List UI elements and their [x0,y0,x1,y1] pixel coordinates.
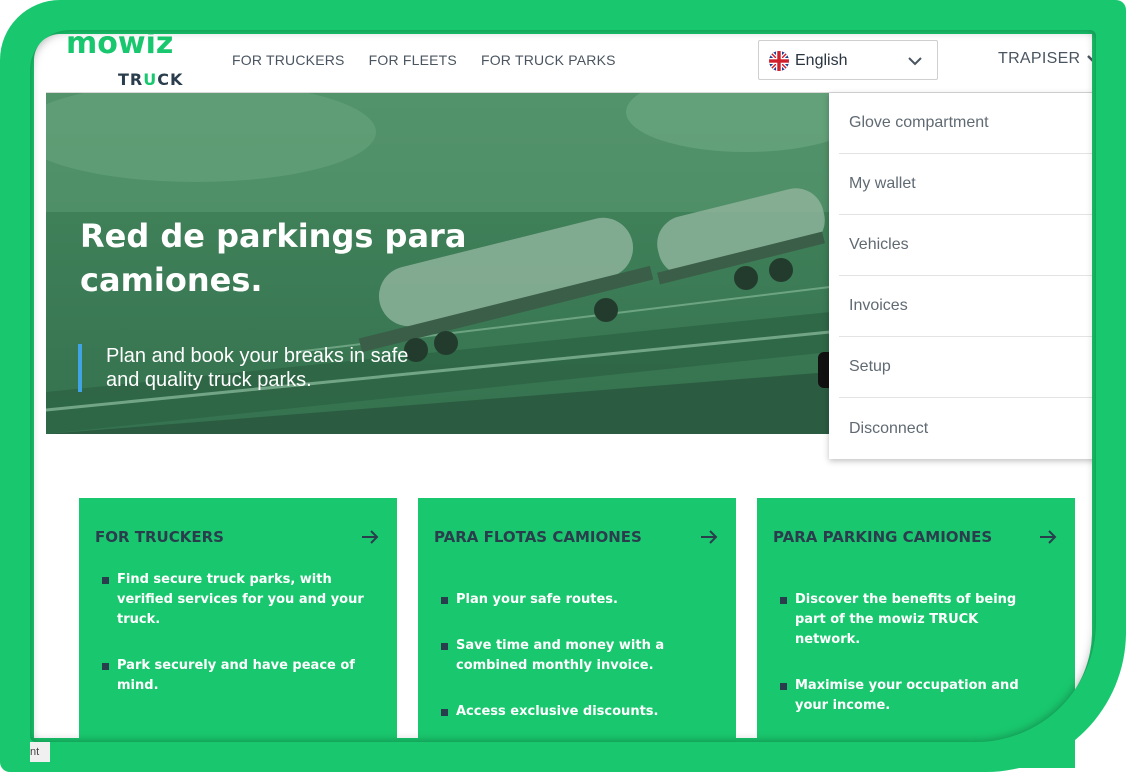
card-title: PARA FLOTAS CAMIONES [434,528,642,546]
site-header: mowiz TRUCK FOR TRUCKERS FOR FLEETS FOR … [46,26,1102,93]
card-para-flotas[interactable]: PARA FLOTAS CAMIONES Plan your safe rout… [418,498,736,768]
user-menu-toggle[interactable]: TRAPISER [998,50,1102,68]
main-nav: FOR TRUCKERS FOR FLEETS FOR TRUCK PARKS [232,52,616,68]
chevron-down-icon [1087,55,1102,64]
list-item: Find secure truck parks, with verified s… [95,570,365,630]
menu-item-setup[interactable]: Setup [839,337,1099,398]
corner-tag: nt [30,742,50,762]
language-selector[interactable]: English [758,40,938,80]
card-para-parking[interactable]: PARA PARKING CAMIONES Discover the benef… [757,498,1075,768]
list-item: Discover the benefits of being part of t… [773,590,1043,650]
card-title: FOR TRUCKERS [95,528,224,546]
menu-item-disconnect[interactable]: Disconnect [839,398,1099,459]
language-label: English [795,52,848,69]
arrow-right-icon[interactable] [698,526,720,548]
chevron-down-icon [908,57,922,66]
list-item: Save time and money with a combined mont… [434,636,704,676]
menu-item-vehicles[interactable]: Vehicles [839,215,1099,276]
mowiz-truck-logo[interactable]: mowiz TRUCK [66,26,206,90]
nav-for-fleets[interactable]: FOR FLEETS [369,52,457,68]
card-title: PARA PARKING CAMIONES [773,528,993,546]
uk-flag-icon [769,51,789,71]
logo-brand: mowiz [66,26,174,61]
list-item: Maximise your occupation and your income… [773,676,1043,716]
nav-for-truck-parks[interactable]: FOR TRUCK PARKS [481,52,616,68]
card-bullets: Plan your safe routes. Save time and mon… [434,590,704,748]
menu-item-my-wallet[interactable]: My wallet [839,154,1099,215]
list-item: Park securely and have peace of mind. [95,656,365,696]
logo-product: TRUCK [118,70,184,89]
list-item: Access exclusive discounts. [434,702,704,722]
user-name: TRAPISER [998,50,1081,67]
menu-item-glove-compartment[interactable]: Glove compartment [839,93,1099,154]
arrow-right-icon[interactable] [1037,526,1059,548]
card-bullets: Find secure truck parks, with verified s… [95,570,365,722]
arrow-right-icon[interactable] [359,526,381,548]
menu-item-invoices[interactable]: Invoices [839,276,1099,337]
hero-title: Red de parkings para camiones. [80,217,467,299]
hero-banner: Red de parkings para camiones. Plan and … [46,92,830,434]
card-bullets: Discover the benefits of being part of t… [773,590,1043,742]
user-dropdown-menu: Glove compartment My wallet Vehicles Inv… [829,93,1109,459]
list-item: Plan your safe routes. [434,590,704,610]
hero-subtitle: Plan and book your breaks in safe and qu… [78,344,446,392]
card-for-truckers[interactable]: FOR TRUCKERS Find secure truck parks, wi… [79,498,397,768]
nav-for-truckers[interactable]: FOR TRUCKERS [232,52,345,68]
